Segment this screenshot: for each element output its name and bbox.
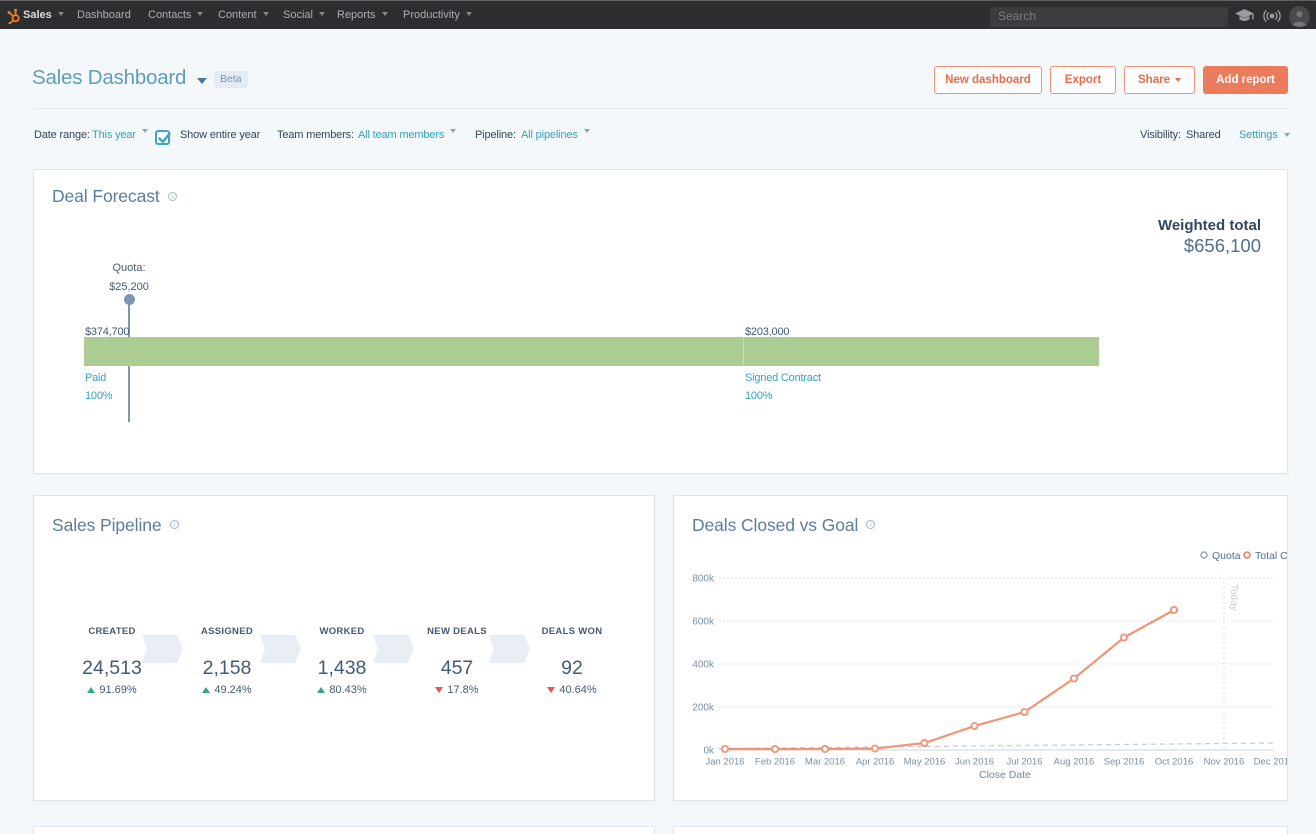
svg-text:Feb 2016: Feb 2016	[755, 757, 795, 768]
svg-text:0k: 0k	[703, 746, 715, 757]
svg-text:400k: 400k	[692, 660, 715, 671]
svg-text:Apr 2016: Apr 2016	[856, 757, 895, 768]
svg-text:Quota: Quota	[1212, 550, 1241, 562]
svg-text:Close Date: Close Date	[979, 769, 1031, 781]
svg-text:Mar 2016: Mar 2016	[805, 757, 845, 768]
svg-text:800k: 800k	[692, 574, 715, 585]
svg-text:200k: 200k	[692, 703, 715, 714]
svg-text:Dec 2016: Dec 2016	[1254, 757, 1288, 768]
svg-text:Jul 2016: Jul 2016	[1007, 757, 1043, 768]
svg-text:600k: 600k	[692, 617, 715, 628]
svg-text:Aug 2016: Aug 2016	[1054, 757, 1095, 768]
svg-text:Jun 2016: Jun 2016	[955, 757, 994, 768]
svg-text:May 2016: May 2016	[904, 757, 946, 768]
svg-text:Total C: Total C	[1255, 550, 1288, 562]
svg-text:Jan 2016: Jan 2016	[705, 757, 744, 768]
svg-text:Oct 2016: Oct 2016	[1155, 757, 1194, 768]
svg-text:Sep 2016: Sep 2016	[1104, 757, 1145, 768]
svg-text:Nov 2016: Nov 2016	[1204, 757, 1245, 768]
svg-text:Today: Today	[1228, 584, 1239, 611]
